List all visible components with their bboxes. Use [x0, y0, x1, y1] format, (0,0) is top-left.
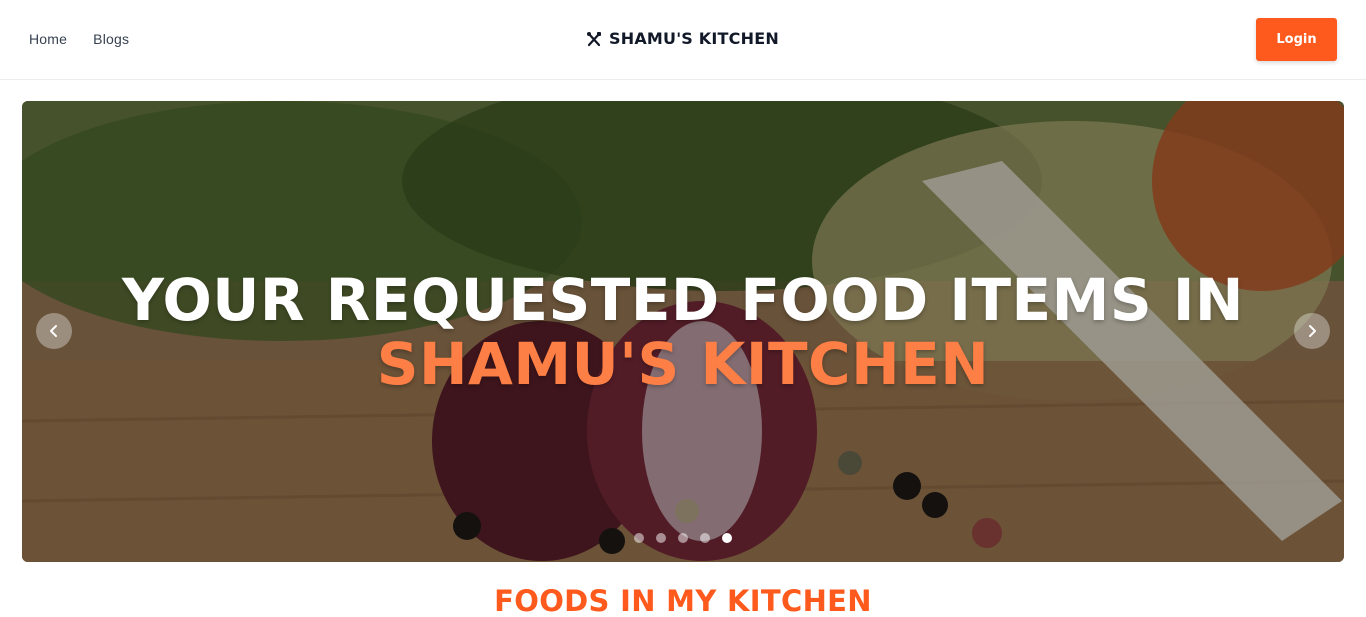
- brand-logo[interactable]: SHAMU'S KITCHEN: [586, 29, 779, 48]
- hero-heading-line2: SHAMU'S KITCHEN: [376, 330, 990, 398]
- carousel-indicators: [634, 533, 732, 543]
- brand-name: SHAMU'S KITCHEN: [609, 29, 779, 48]
- section-title: FOODS IN MY KITCHEN: [494, 584, 872, 617]
- utensils-crossed-icon: [587, 31, 601, 46]
- carousel-dot-2[interactable]: [656, 533, 666, 543]
- hero-heading: YOUR REQUESTED FOOD ITEMS IN SHAMU'S KIT…: [22, 268, 1344, 396]
- chevron-right-icon: [1309, 325, 1316, 337]
- carousel-prev-button[interactable]: [36, 313, 72, 349]
- hero-heading-line1: YOUR REQUESTED FOOD ITEMS IN: [122, 266, 1244, 334]
- carousel-dot-1[interactable]: [634, 533, 644, 543]
- carousel-dot-4[interactable]: [700, 533, 710, 543]
- nav-links: Home Blogs: [29, 31, 129, 47]
- carousel-dot-5[interactable]: [722, 533, 732, 543]
- navbar: Home Blogs SHAMU'S KITCHEN Login: [0, 0, 1366, 80]
- carousel-dot-3[interactable]: [678, 533, 688, 543]
- nav-link-home[interactable]: Home: [29, 31, 67, 47]
- chevron-left-icon: [50, 325, 57, 337]
- carousel-next-button[interactable]: [1294, 313, 1330, 349]
- nav-link-blogs[interactable]: Blogs: [93, 31, 129, 47]
- hero-carousel: YOUR REQUESTED FOOD ITEMS IN SHAMU'S KIT…: [22, 101, 1344, 562]
- login-button[interactable]: Login: [1256, 18, 1337, 61]
